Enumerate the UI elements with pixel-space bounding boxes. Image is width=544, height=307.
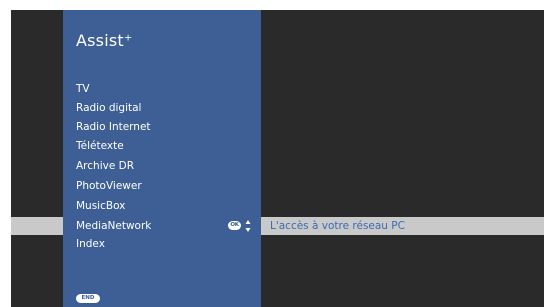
menu-item-archive-dr[interactable]: Archive DR [76,160,134,172]
menu-list: TV Radio digital Radio Internet Télétext… [0,0,544,307]
menu-item-index[interactable]: Index [76,238,105,250]
menu-item-musicbox[interactable]: MusicBox [76,200,125,212]
up-arrow-icon [245,220,251,224]
down-arrow-icon [245,228,251,232]
end-button-icon: END [76,294,100,303]
up-down-arrows-icon [245,220,251,232]
menu-item-teletexte[interactable]: Télétexte [76,140,124,152]
menu-item-medianetwork[interactable]: MediaNetwork [76,220,151,232]
ok-button-icon: OK [228,221,241,230]
menu-item-radio-digital[interactable]: Radio digital [76,102,141,114]
menu-item-radio-internet[interactable]: Radio Internet [76,121,151,133]
menu-item-tv[interactable]: TV [76,83,90,95]
selected-item-description: L'accès à votre réseau PC [270,220,405,232]
menu-item-photoviewer[interactable]: PhotoViewer [76,180,142,192]
